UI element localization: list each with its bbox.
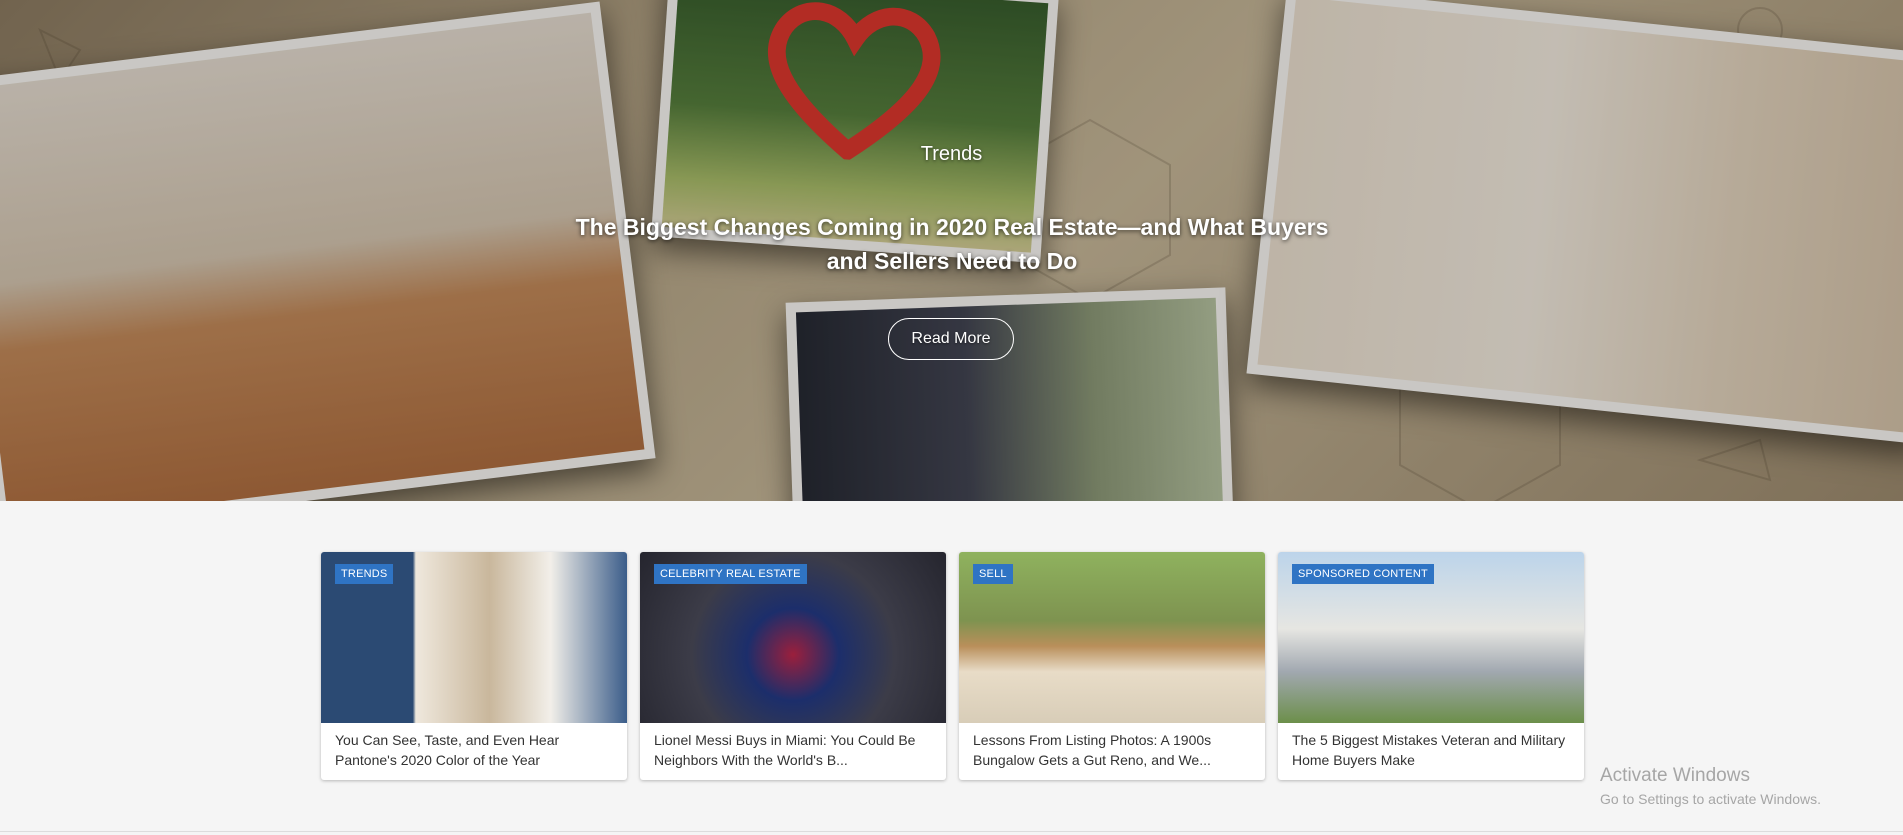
article-thumbnail[interactable]: SPONSORED CONTENT [1278,552,1584,723]
article-thumbnail[interactable]: TRENDS [321,552,627,723]
article-card-list: TRENDS You Can See, Taste, and Even Hear… [321,552,1584,780]
activate-windows-watermark: Activate Windows Go to Settings to activ… [1600,765,1821,807]
article-thumbnail[interactable]: SELL [959,552,1265,723]
hero-content: Trends The Biggest Changes Coming in 202… [0,0,1903,501]
article-card[interactable]: CELEBRITY REAL ESTATE Lionel Messi Buys … [640,552,946,780]
watermark-title: Activate Windows [1600,765,1750,786]
article-title[interactable]: Lionel Messi Buys in Miami: You Could Be… [640,723,946,770]
category-badge[interactable]: SELL [973,564,1013,584]
article-thumbnail[interactable]: CELEBRITY REAL ESTATE [640,552,946,723]
article-card[interactable]: TRENDS You Can See, Taste, and Even Hear… [321,552,627,780]
hero-banner[interactable]: Trends The Biggest Changes Coming in 202… [0,0,1903,501]
read-more-button[interactable]: Read More [888,318,1014,360]
article-title[interactable]: The 5 Biggest Mistakes Veteran and Milit… [1278,723,1584,770]
article-title[interactable]: Lessons From Listing Photos: A 1900s Bun… [959,723,1265,770]
hero-title[interactable]: The Biggest Changes Coming in 2020 Real … [560,210,1344,278]
category-badge[interactable]: SPONSORED CONTENT [1292,564,1434,584]
category-badge[interactable]: CELEBRITY REAL ESTATE [654,564,807,584]
hero-category[interactable]: Trends [0,143,1903,166]
watermark-subtitle: Go to Settings to activate Windows. [1600,791,1821,807]
category-badge[interactable]: TRENDS [335,564,394,584]
article-title[interactable]: You Can See, Taste, and Even Hear Panton… [321,723,627,770]
article-card[interactable]: SELL Lessons From Listing Photos: A 1900… [959,552,1265,780]
article-card[interactable]: SPONSORED CONTENT The 5 Biggest Mistakes… [1278,552,1584,780]
divider [0,831,1903,832]
